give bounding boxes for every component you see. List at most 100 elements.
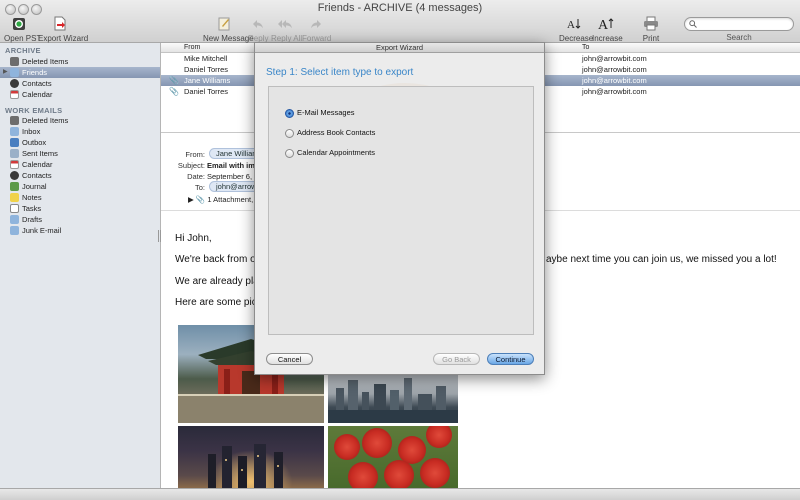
decrease-font-icon: A — [567, 19, 581, 31]
search-icon — [689, 20, 697, 28]
folder-icon — [10, 68, 19, 77]
flower-shape — [426, 426, 452, 448]
reply-all-arrow-icon — [278, 20, 292, 29]
new-message-label: New Message — [203, 34, 254, 43]
svg-text:A: A — [567, 19, 575, 31]
body-line-1: We're back from ou — [175, 254, 262, 265]
sidebar-item-archive-calendar[interactable]: Calendar — [0, 89, 160, 100]
sidebar-item-label: Journal — [22, 182, 47, 191]
reply-arrow-icon — [253, 20, 263, 29]
search-label: Search — [726, 33, 752, 42]
sidebar-item-archive-contacts[interactable]: Contacts — [0, 78, 160, 89]
new-message-button[interactable]: New Message — [203, 16, 254, 43]
export-wizard-label: Export Wizard — [38, 34, 89, 43]
decrease-font-button[interactable]: A Decrease — [559, 16, 593, 43]
calendar-icon — [10, 160, 19, 169]
night-city-illustration — [208, 444, 283, 488]
forward-button[interactable]: Forward — [302, 16, 331, 43]
export-wizard-dialog: Export Wizard Step 1: Select item type t… — [254, 42, 545, 375]
notes-icon — [10, 193, 19, 202]
paperclip-icon: 📎 — [195, 195, 206, 204]
sidebar-item-work-deleted-items[interactable]: Deleted Items — [0, 115, 160, 126]
decrease-label: Decrease — [559, 34, 594, 43]
svg-text:A: A — [598, 18, 609, 31]
search-input[interactable] — [684, 17, 794, 31]
photo-night-city[interactable] — [178, 426, 324, 488]
column-header-to[interactable]: To — [582, 44, 589, 51]
sidebar-item-outbox[interactable]: Outbox — [0, 137, 160, 148]
reply-all-button[interactable]: Reply All — [271, 16, 302, 43]
tasks-icon — [10, 204, 19, 213]
radio-button-selected[interactable] — [285, 109, 294, 118]
paperclip-icon: 📎 — [169, 87, 179, 96]
journal-icon — [10, 182, 19, 191]
print-button[interactable]: Print — [639, 16, 663, 43]
sidebar-item-label: Drafts — [22, 215, 43, 224]
calendar-icon — [10, 90, 19, 99]
sidebar-item-label: Contacts — [22, 171, 52, 180]
sidebar-item-label: Inbox — [22, 127, 41, 136]
continue-button[interactable]: Continue — [487, 353, 534, 365]
sidebar-item-label: Tasks — [22, 204, 42, 213]
flower-shape — [348, 462, 378, 488]
disclosure-triangle-icon[interactable]: ▶ — [188, 195, 194, 204]
sidebar-item-sent-items[interactable]: Sent Items — [0, 148, 160, 159]
option-label: Address Book Contacts — [297, 128, 376, 137]
sidebar-item-label: Deleted Items — [22, 116, 69, 125]
body-greeting: Hi John, — [175, 233, 212, 244]
column-header-from[interactable]: From — [184, 44, 200, 51]
reply-button[interactable]: Reply — [248, 16, 268, 43]
option-label: Calendar Appointments — [297, 148, 375, 157]
sidebar-item-label: Calendar — [22, 90, 53, 99]
sidebar-item-label: Notes — [22, 193, 42, 202]
city-illustration — [328, 378, 458, 423]
sidebar-item-junk-email[interactable]: Junk E-mail — [0, 225, 160, 236]
radio-button[interactable] — [285, 129, 294, 138]
sidebar-item-label: Outbox — [22, 138, 47, 147]
export-wizard-icon — [54, 16, 66, 31]
sidebar-item-notes[interactable]: Notes — [0, 192, 160, 203]
sidebar-item-friends[interactable]: ▶ Friends — [0, 67, 160, 78]
sidebar-item-inbox[interactable]: Inbox — [0, 126, 160, 137]
date-label: Date: — [187, 172, 205, 181]
work-emails-section-header: WORK EMAILS — [5, 106, 63, 115]
contacts-icon — [10, 79, 19, 88]
message-to: john@arrowbit.com — [582, 54, 647, 63]
sidebar-item-journal[interactable]: Journal — [0, 181, 160, 192]
to-label: To: — [194, 183, 205, 192]
sidebar: ARCHIVE Deleted Items ▶ Friends Contacts… — [0, 43, 161, 488]
sidebar-item-tasks[interactable]: Tasks — [0, 203, 160, 214]
sidebar-item-label: Sent Items — [22, 149, 58, 158]
window-titlebar: Friends - ARCHIVE (4 messages) Open PST … — [0, 0, 800, 43]
disclosure-triangle-icon[interactable]: ▶ — [3, 67, 8, 78]
flower-shape — [420, 458, 450, 488]
sidebar-item-drafts[interactable]: Drafts — [0, 214, 160, 225]
go-back-button[interactable]: Go Back — [433, 353, 480, 365]
sidebar-item-work-contacts[interactable]: Contacts — [0, 170, 160, 181]
radio-button[interactable] — [285, 149, 294, 158]
message-from: Mike Mitchell — [184, 54, 228, 63]
from-label: From: — [185, 150, 205, 159]
sent-icon — [10, 149, 19, 158]
sidebar-item-work-calendar[interactable]: Calendar — [0, 159, 160, 170]
sidebar-item-label: Contacts — [22, 79, 52, 88]
message-from: Jane Williams — [184, 76, 231, 85]
sidebar-item-label: Friends — [22, 68, 48, 77]
trash-icon — [10, 57, 19, 66]
open-pst-button[interactable]: Open PST — [4, 16, 41, 43]
increase-font-button[interactable]: A Increase — [592, 16, 623, 43]
sidebar-item-archive-deleted-items[interactable]: Deleted Items — [0, 56, 160, 67]
printer-icon — [644, 16, 658, 31]
cancel-button[interactable]: Cancel — [266, 353, 313, 365]
export-options-panel: E-Mail Messages Address Book Contacts Ca… — [268, 86, 534, 335]
body-line-1-continued: aybe next time you can join us, we misse… — [546, 254, 777, 265]
print-label: Print — [642, 34, 660, 43]
paperclip-icon: 📎 — [169, 76, 179, 85]
export-wizard-button[interactable]: Export Wizard — [38, 16, 88, 43]
photo-red-flowers[interactable] — [328, 426, 458, 488]
photo-city-skyline[interactable] — [328, 370, 458, 423]
sidebar-item-label: Deleted Items — [22, 57, 69, 66]
flower-shape — [334, 434, 360, 460]
attachment-summary[interactable]: ▶ 📎 1 Attachment, 6 — [188, 195, 259, 204]
open-pst-label: Open PST — [4, 34, 42, 43]
